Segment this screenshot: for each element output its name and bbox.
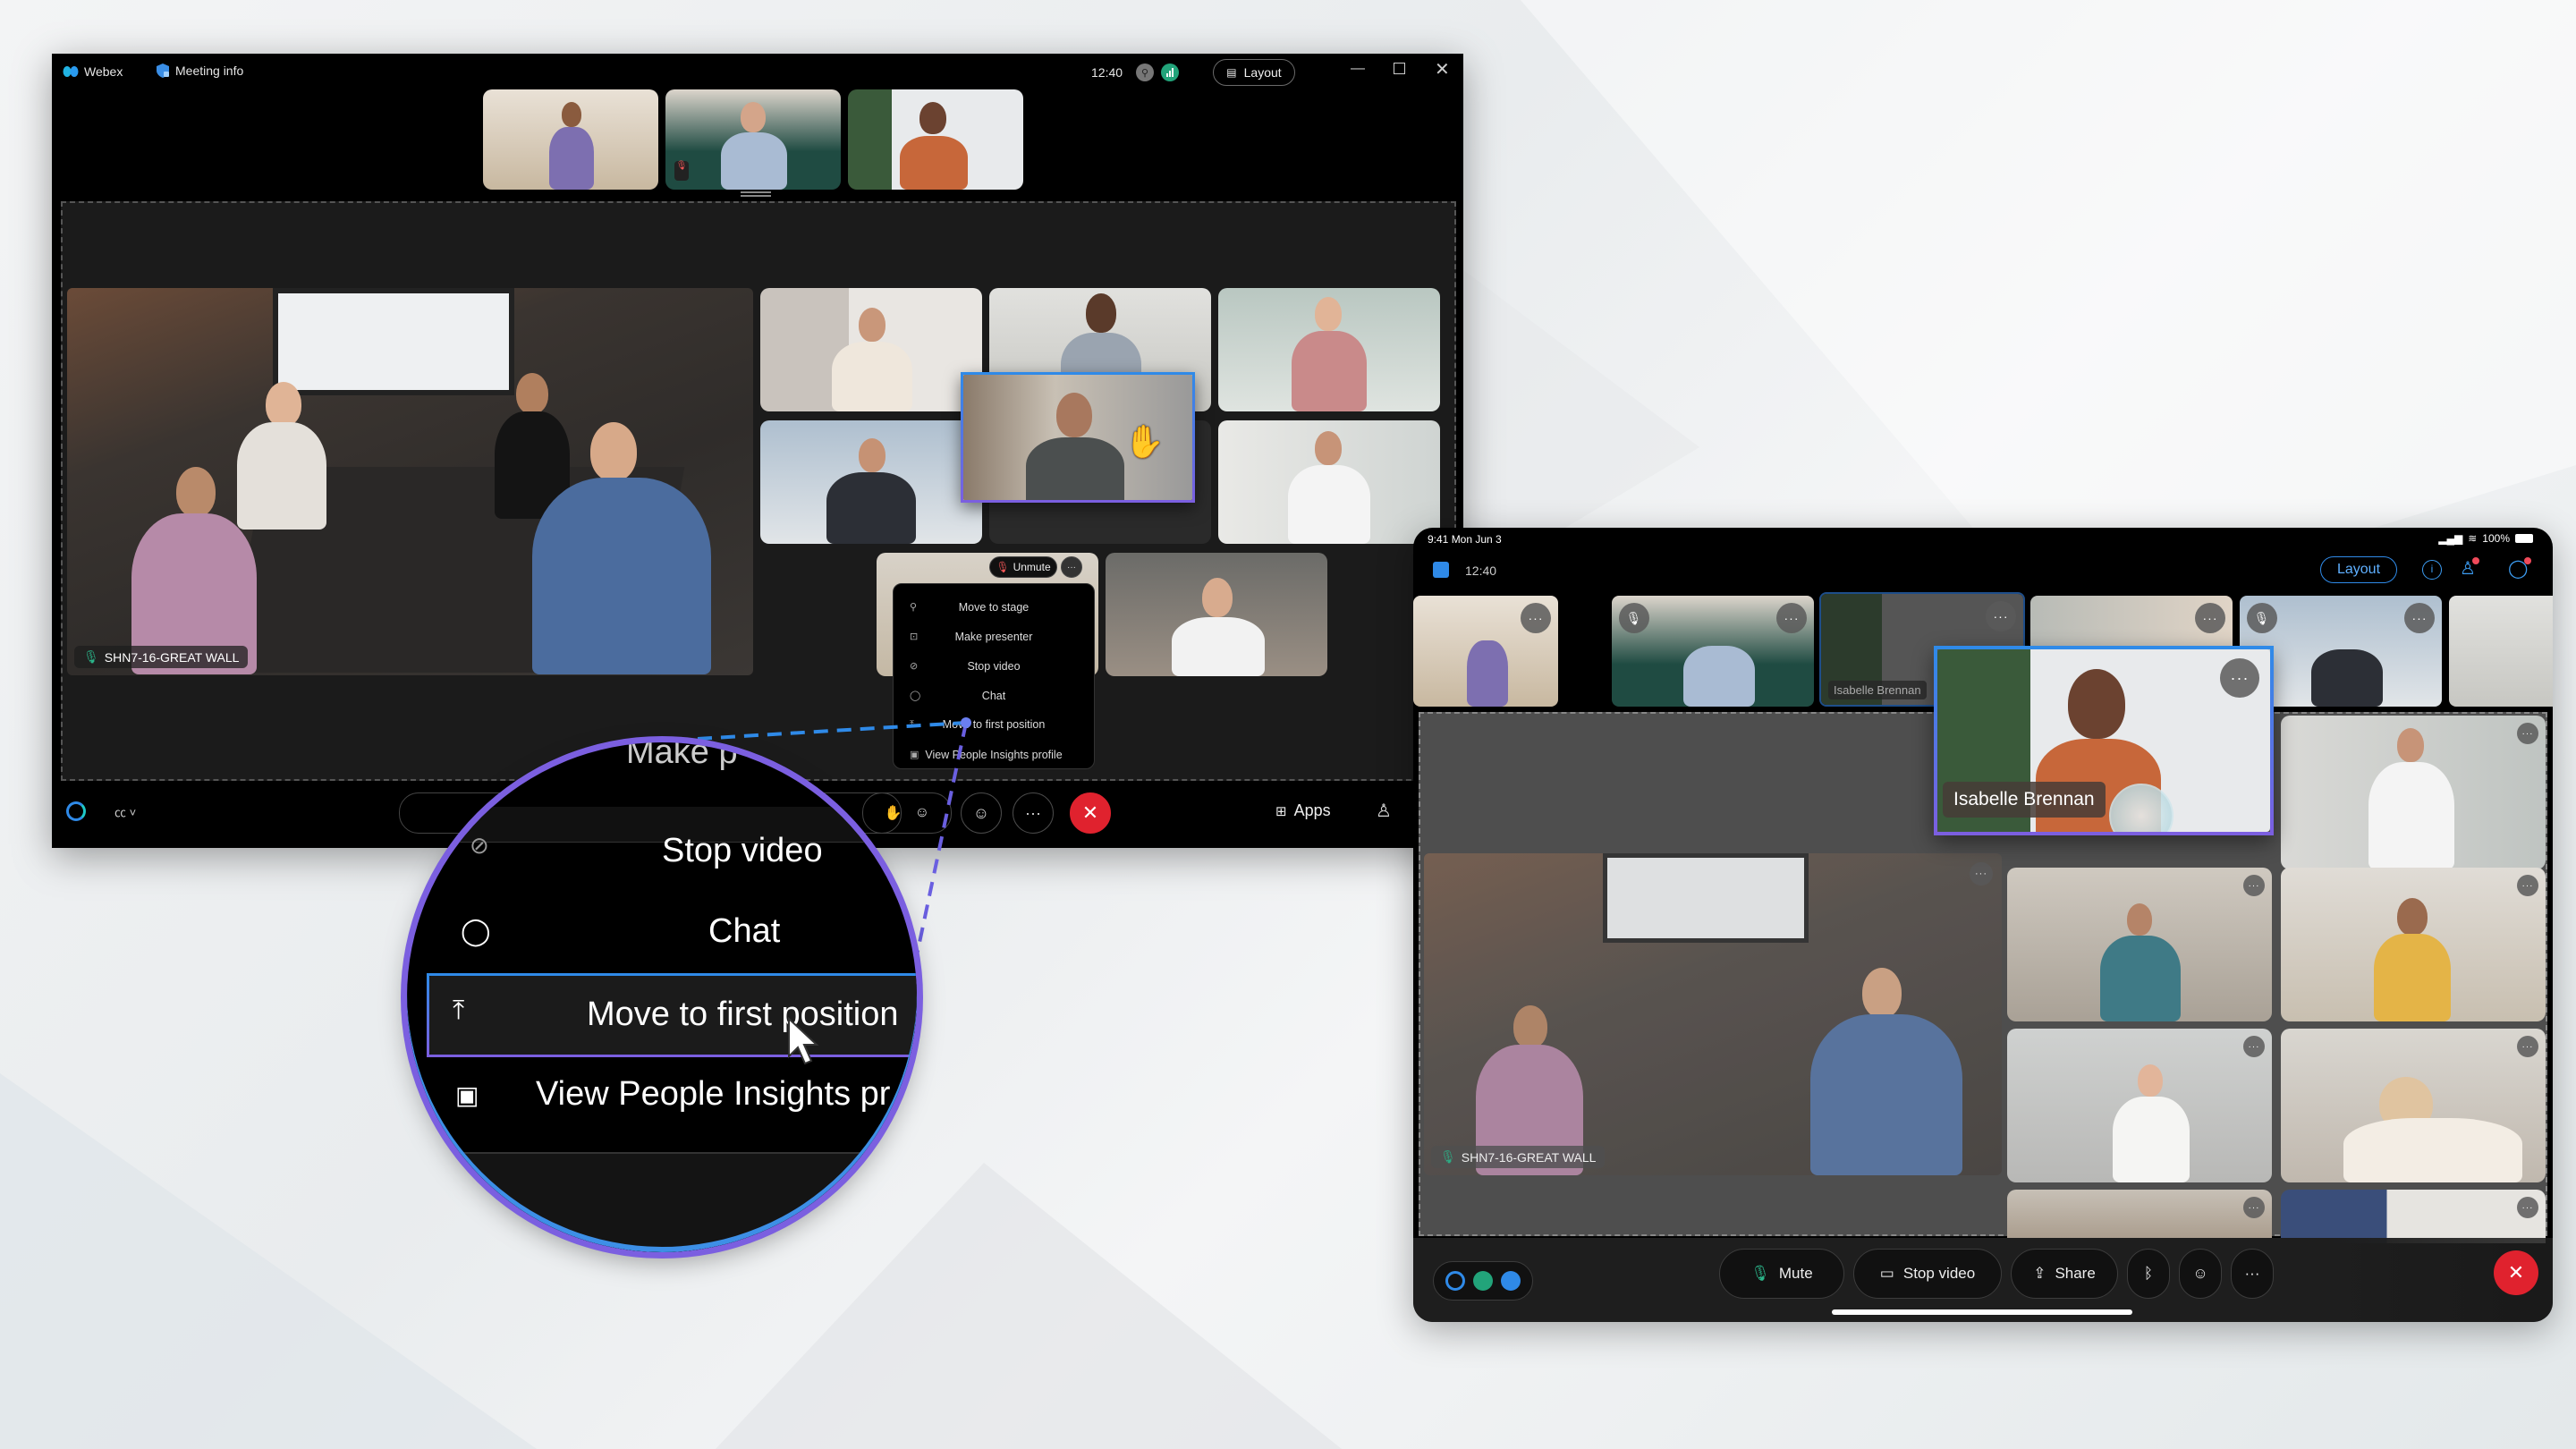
shield-icon[interactable] <box>1501 1271 1521 1291</box>
tile-more-button[interactable]: ··· <box>2195 603 2225 633</box>
status-bar-indicators: ▂▄▆ ≋ 100% <box>2438 532 2533 545</box>
tile-more-button[interactable]: ··· <box>1970 862 1993 886</box>
tablet-grid-tile-6[interactable]: ··· <box>2281 1190 2546 1243</box>
network-signal-icon[interactable] <box>1472 1271 1493 1291</box>
muted-icon: 🎙 <box>1619 603 1649 633</box>
close-icon: ✕ <box>2507 1261 2525 1284</box>
emoji-plus-icon: ☺ <box>2192 1265 2208 1282</box>
participant-name: Isabelle Brennan <box>1943 782 2106 818</box>
ai-assistant-icon[interactable] <box>1445 1271 1465 1291</box>
tablet-filmstrip-tile-2[interactable]: 🎙 ··· <box>1612 596 1814 707</box>
status-bar-time: 9:41 Mon Jun 3 <box>1428 533 1502 546</box>
video-camera-icon: ▭ <box>1879 1265 1894 1282</box>
tablet-more-button[interactable]: ··· <box>2231 1249 2274 1299</box>
tablet-grid-tile-2[interactable]: ··· <box>2281 868 2546 1021</box>
tablet-mute-button[interactable]: 🎙 Mute <box>1719 1249 1844 1299</box>
tablet-grid-tile-1[interactable]: ··· <box>2007 868 2272 1021</box>
layout-button[interactable]: Layout <box>2320 556 2397 583</box>
tile-more-button[interactable]: ··· <box>2404 603 2435 633</box>
magnified-move-to-first-position[interactable]: ⤒ Move to first position <box>427 973 917 1065</box>
tablet-dragged-tile-isabelle[interactable]: ··· Isabelle Brennan <box>1934 646 2274 835</box>
muted-icon: 🎙 <box>2247 603 2277 633</box>
bluetooth-icon: ᛒ <box>2143 1265 2154 1282</box>
tablet-meeting-window: 9:41 Mon Jun 3 ▂▄▆ ≋ 100% 12:40 Layout i… <box>1413 528 2553 1322</box>
magnified-partial-item: Make p <box>626 742 738 771</box>
tile-more-button[interactable]: ··· <box>1521 603 1551 633</box>
magnifier-callout: Make p ⊘ Stop video ◯ Chat ⤒ Move to fir… <box>407 742 917 1252</box>
chat-icon[interactable]: ◯ <box>2508 557 2532 580</box>
tile-more-button[interactable]: ··· <box>1986 601 2016 631</box>
tablet-filmstrip-tile-1[interactable]: ··· <box>1413 596 1558 707</box>
notification-badge <box>2524 557 2532 564</box>
tile-more-button[interactable]: ··· <box>2517 1036 2538 1057</box>
battery-percent: 100% <box>2482 532 2510 545</box>
tablet-end-meeting-button[interactable]: ✕ <box>2494 1250 2538 1295</box>
participant-name: Isabelle Brennan <box>1828 681 1927 699</box>
tile-more-button[interactable]: ··· <box>2243 1197 2265 1218</box>
share-icon: ⇪ <box>2033 1265 2046 1282</box>
cell-signal-icon: ▂▄▆ <box>2438 532 2463 545</box>
tablet-grid-tile-3[interactable]: ··· <box>2007 1029 2272 1182</box>
home-indicator[interactable] <box>1832 1309 2132 1315</box>
magnified-view-people-insights[interactable]: View People Insights pr <box>536 1075 890 1114</box>
mouse-pointer-icon <box>788 1017 819 1065</box>
meeting-time: 12:40 <box>1465 564 1497 578</box>
tile-more-button[interactable]: ··· <box>2243 1036 2265 1057</box>
tile-more-button[interactable]: ··· <box>2517 1197 2538 1218</box>
screen-share-icon[interactable] <box>1433 562 1449 578</box>
chat-icon: ◯ <box>461 917 491 946</box>
tablet-share-button[interactable]: ⇪ Share <box>2011 1249 2118 1299</box>
stage-name-chip: 🎙 SHN7-16-GREAT WALL <box>1431 1146 1606 1168</box>
id-card-icon: ▣ <box>455 1081 479 1109</box>
tablet-reaction-button[interactable]: ☺ <box>2179 1249 2222 1299</box>
info-icon[interactable]: i <box>2422 560 2442 580</box>
tablet-grid-tile-doctor[interactable]: ··· <box>2281 716 2546 869</box>
tablet-stop-video-button[interactable]: ▭ Stop video <box>1853 1249 2002 1299</box>
tablet-stage-tile[interactable]: ··· 🎙 SHN7-16-GREAT WALL <box>1424 853 2002 1175</box>
wifi-icon: ≋ <box>2468 532 2478 545</box>
battery-icon <box>2515 534 2533 543</box>
mic-icon: 🎙 <box>1440 1149 1456 1164</box>
notification-badge <box>2471 557 2479 564</box>
status-indicators-group[interactable] <box>1433 1261 1533 1301</box>
video-off-icon: ⊘ <box>470 832 489 859</box>
participants-icon[interactable]: ♙ <box>2460 557 2479 580</box>
magnified-chat[interactable]: Chat <box>708 912 780 951</box>
mic-icon: 🎙 <box>1750 1265 1770 1282</box>
bluetooth-button[interactable]: ᛒ <box>2127 1249 2170 1299</box>
tile-more-button[interactable]: ··· <box>2243 875 2265 896</box>
tile-more-button[interactable]: ··· <box>2220 658 2259 698</box>
tablet-grid-tile-5[interactable]: ··· <box>2007 1190 2272 1243</box>
tile-more-button[interactable]: ··· <box>1776 603 1807 633</box>
move-top-icon: ⤒ <box>453 996 465 1025</box>
tablet-grid-tile-4[interactable]: ··· <box>2281 1029 2546 1182</box>
magnified-stop-video[interactable]: Stop video <box>662 832 823 870</box>
tile-more-button[interactable]: ··· <box>2517 723 2538 744</box>
tablet-filmstrip-tile-6[interactable] <box>2449 596 2553 707</box>
tile-more-button[interactable]: ··· <box>2517 875 2538 896</box>
